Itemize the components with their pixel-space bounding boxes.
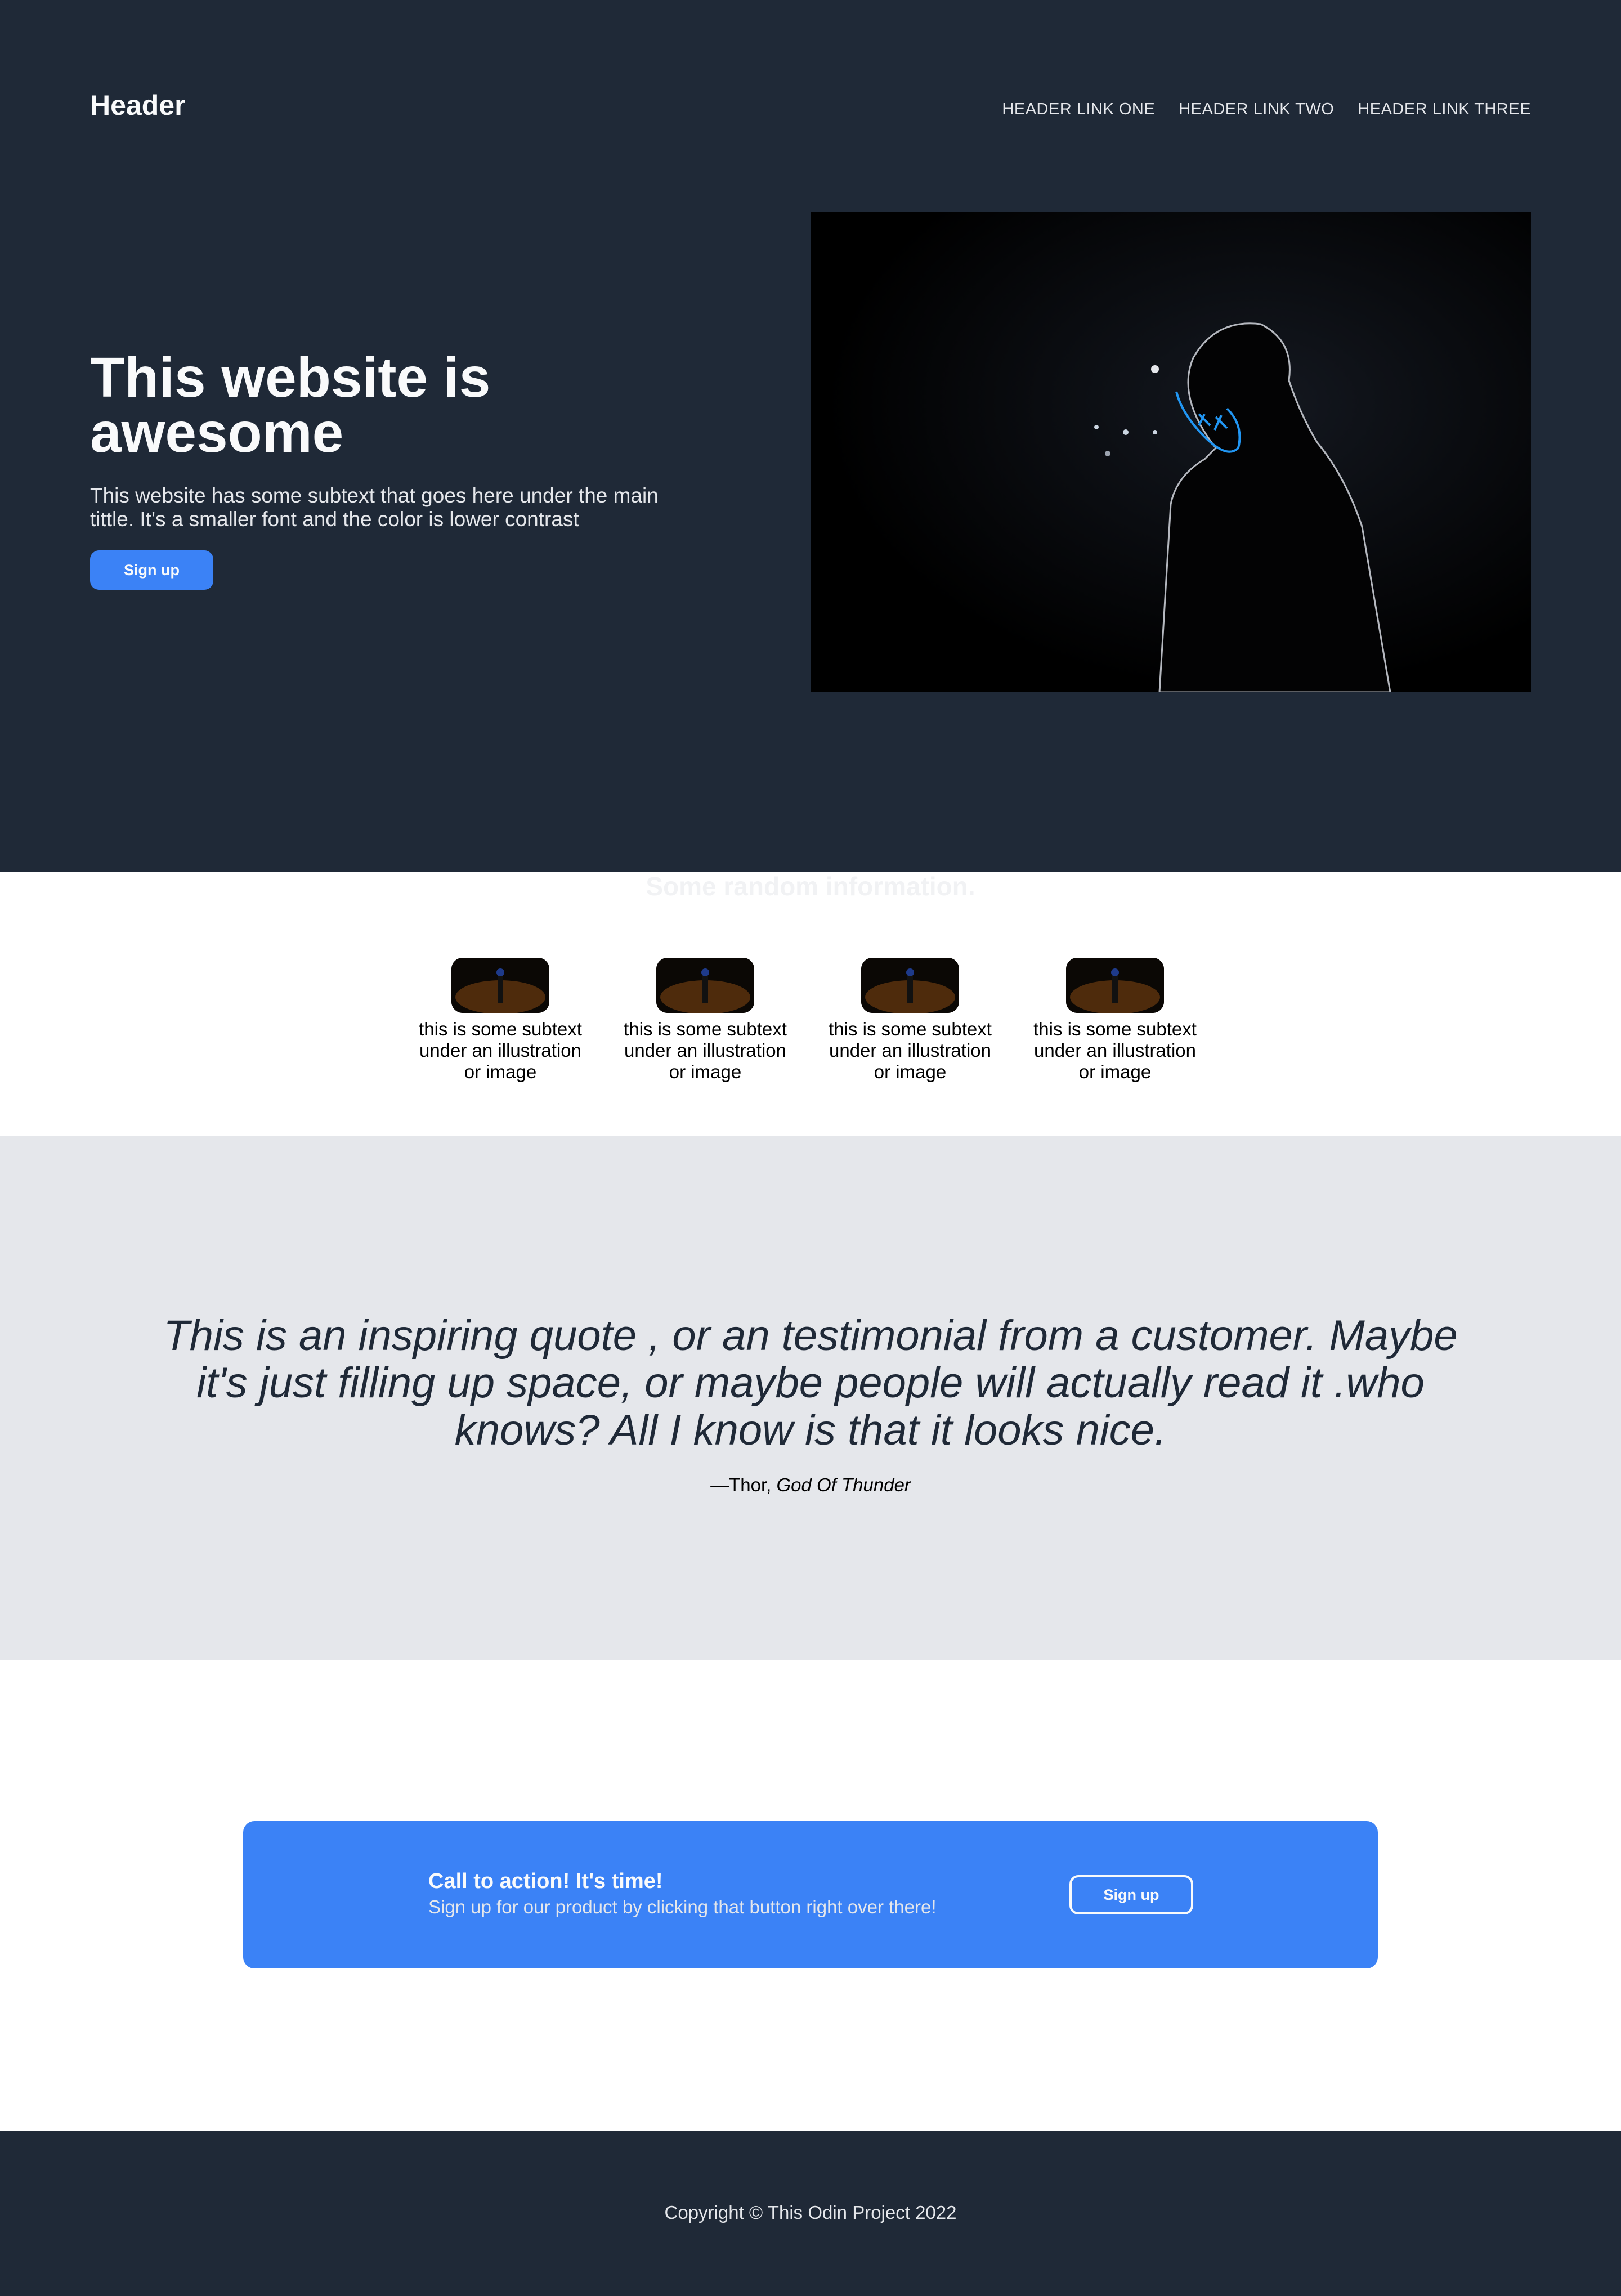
cta-section: Call to action! It's time! Sign up for o… (243, 1821, 1378, 1968)
quote-section: This is an inspiring quote , or an testi… (0, 1136, 1621, 1660)
footer: Copyright © This Odin Project 2022 (0, 2131, 1621, 2296)
quote-author: —Thor, God Of Thunder (0, 1474, 1621, 1496)
footer-copyright: Copyright © This Odin Project 2022 (664, 2202, 957, 2223)
header-link-two[interactable]: HEADER LINK TWO (1179, 100, 1334, 119)
info-card: this is some subtext under an illustrati… (615, 958, 795, 1083)
card-image (1066, 958, 1164, 1013)
card-image (451, 958, 549, 1013)
hero-subtext: This website has some subtext that goes … (90, 484, 659, 531)
quote-text: This is an inspiring quote , or an testi… (163, 1312, 1458, 1454)
hero-image (811, 212, 1531, 692)
header-link-three[interactable]: HEADER LINK THREE (1358, 100, 1531, 119)
header-link-one[interactable]: HEADER LINK ONE (1002, 100, 1155, 119)
card-image (861, 958, 959, 1013)
hero-section: Header HEADER LINK ONE HEADER LINK TWO H… (0, 0, 1621, 872)
card-subtext: this is some subtext under an illustrati… (419, 1019, 582, 1082)
card-subtext: this is some subtext under an illustrati… (829, 1019, 992, 1082)
hero-title: This website is awesome (90, 346, 491, 464)
info-card: this is some subtext under an illustrati… (820, 958, 1000, 1083)
cta-subtext: Sign up for our product by clicking that… (428, 1896, 937, 1917)
site-logo[interactable]: Header (90, 89, 186, 122)
quote-author-title: God Of Thunder (776, 1474, 911, 1495)
info-cards: this is some subtext under an illustrati… (410, 958, 1205, 1083)
info-title: Some random information. (646, 872, 975, 901)
card-subtext: this is some subtext under an illustrati… (1033, 1019, 1197, 1082)
info-card: this is some subtext under an illustrati… (410, 958, 590, 1083)
hero-copy: This website is awesome This website has… (90, 346, 664, 590)
hero-signup-button[interactable]: Sign up (90, 550, 213, 590)
quote-author-name: —Thor, (710, 1474, 777, 1495)
cta-title: Call to action! It's time! (428, 1869, 663, 1893)
card-image (656, 958, 754, 1013)
hooded-figure-illustration (811, 212, 1531, 692)
cta-signup-button[interactable]: Sign up (1069, 1875, 1193, 1914)
card-subtext: this is some subtext under an illustrati… (624, 1019, 787, 1082)
info-card: this is some subtext under an illustrati… (1025, 958, 1205, 1083)
header-nav: HEADER LINK ONE HEADER LINK TWO HEADER L… (1002, 100, 1531, 119)
